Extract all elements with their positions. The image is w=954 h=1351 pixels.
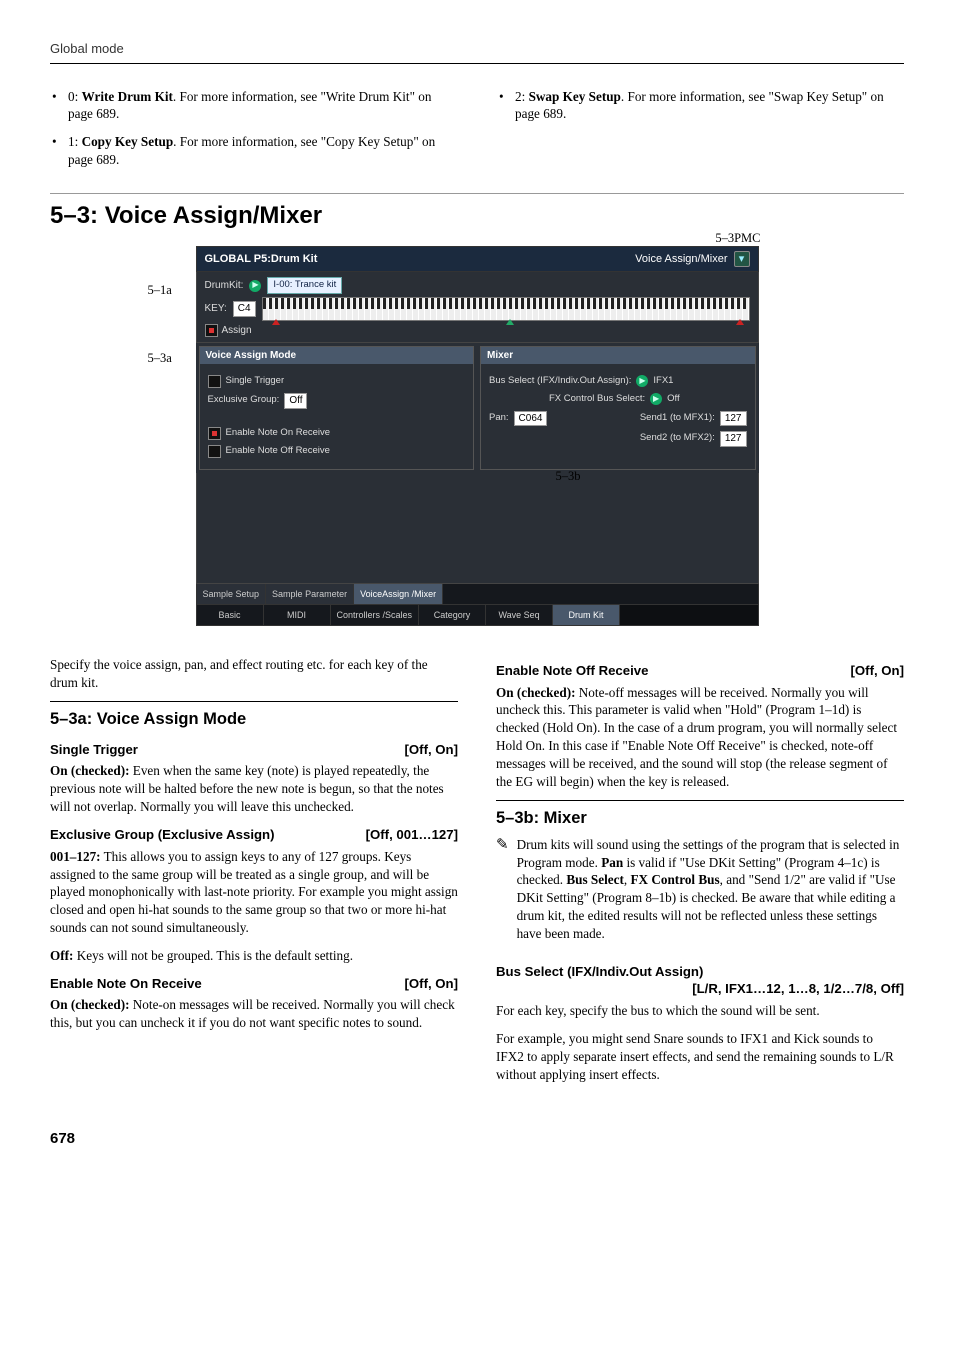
header-title: Global mode	[50, 41, 124, 56]
exclusive-group-value[interactable]: Off	[284, 393, 307, 409]
callout-label: 5–3b	[556, 468, 581, 485]
send1-value[interactable]: 127	[720, 411, 747, 427]
tab-controllers-scales[interactable]: Controllers /Scales	[331, 605, 420, 625]
key-value[interactable]: C4	[233, 301, 256, 317]
param-range: [Off, On]	[405, 741, 458, 759]
popup-icon[interactable]: ▶	[636, 375, 648, 387]
heading-5-3a: 5–3a: Voice Assign Mode	[50, 701, 458, 730]
tab-category[interactable]: Category	[419, 605, 486, 625]
drumkit-value[interactable]: I-00: Trance kit	[267, 277, 342, 294]
param-name: Exclusive Group (Exclusive Assign)	[50, 826, 275, 844]
send2-value[interactable]: 127	[720, 431, 747, 447]
tab-voice-assign-mixer[interactable]: VoiceAssign /Mixer	[354, 584, 443, 604]
param-range: [Off, 001…127]	[366, 826, 458, 844]
intro-paragraph: Specify the voice assign, pan, and effec…	[50, 656, 458, 692]
window-subtitle: Voice Assign/Mixer	[635, 252, 727, 267]
section-title: 5–3: Voice Assign/Mixer	[50, 200, 904, 232]
popup-icon[interactable]: ▶	[650, 393, 662, 405]
bullet-item: 1: Copy Key Setup. For more information,…	[50, 133, 457, 169]
tab-sample-setup[interactable]: Sample Setup	[197, 584, 267, 604]
note-on-label: Enable Note On Receive	[226, 427, 331, 440]
fx-ctrl-value[interactable]: Off	[667, 393, 680, 406]
assign-checkbox[interactable]	[205, 324, 218, 337]
single-trigger-checkbox[interactable]	[208, 375, 221, 388]
mixer-header: Mixer	[481, 347, 755, 365]
tab-sample-parameter[interactable]: Sample Parameter	[266, 584, 354, 604]
bus-select-label: Bus Select (IFX/Indiv.Out Assign):	[489, 375, 631, 388]
fx-ctrl-label: FX Control Bus Select:	[549, 393, 645, 406]
param-body: For example, you might send Snare sounds…	[496, 1030, 904, 1083]
param-body: For each key, specify the bus to which t…	[496, 1002, 904, 1020]
param-body: On (checked): Note-off messages will be …	[496, 684, 904, 791]
bus-select-value[interactable]: IFX1	[653, 375, 673, 388]
page-number: 678	[50, 1129, 904, 1149]
param-body: 001–127: This allows you to assign keys …	[50, 848, 458, 937]
app-screenshot: 5–3PMC 5–1a 5–3a GLOBAL P5:Drum Kit Voic…	[196, 246, 759, 626]
callout-label: 5–1a	[148, 282, 172, 299]
param-range: [Off, On]	[405, 975, 458, 993]
page-header: Global mode	[50, 40, 904, 64]
callout-label: 5–3PMC	[715, 230, 760, 247]
tab-wave-seq[interactable]: Wave Seq	[486, 605, 553, 625]
intro-bullets: 0: Write Drum Kit. For more information,…	[50, 88, 904, 179]
tab-drum-kit[interactable]: Drum Kit	[553, 605, 620, 625]
param-body: On (checked): Even when the same key (no…	[50, 762, 458, 815]
param-name: Enable Note On Receive	[50, 975, 202, 993]
param-range: [Off, On]	[851, 662, 904, 680]
pan-label: Pan:	[489, 412, 509, 425]
param-range: [L/R, IFX1…12, 1…8, 1/2…7/8, Off]	[496, 980, 904, 998]
assign-label: Assign	[222, 324, 252, 338]
piano-keyboard[interactable]	[262, 297, 750, 321]
send1-label: Send1 (to MFX1):	[640, 412, 715, 425]
voice-assign-header: Voice Assign Mode	[200, 347, 474, 365]
window-title: GLOBAL P5:Drum Kit	[205, 252, 318, 267]
tab-midi[interactable]: MIDI	[264, 605, 331, 625]
rule	[50, 193, 904, 194]
note-on-checkbox[interactable]	[208, 427, 221, 440]
param-body: Off: Keys will not be grouped. This is t…	[50, 947, 458, 965]
pan-value[interactable]: C064	[514, 411, 548, 427]
param-name: Enable Note Off Receive	[496, 662, 648, 680]
menu-dropdown-icon[interactable]: ▾	[734, 251, 750, 267]
key-label: KEY:	[205, 302, 227, 316]
param-body: On (checked): Note-on messages will be r…	[50, 996, 458, 1032]
tab-basic[interactable]: Basic	[197, 605, 264, 625]
exclusive-group-label: Exclusive Group:	[208, 394, 280, 407]
note-off-checkbox[interactable]	[208, 445, 221, 458]
single-trigger-label: Single Trigger	[226, 375, 285, 388]
param-name: Single Trigger	[50, 741, 138, 759]
play-icon[interactable]: ▶	[249, 280, 261, 292]
bullet-item: 2: Swap Key Setup. For more information,…	[497, 88, 904, 124]
note-icon: ✎	[496, 838, 509, 853]
heading-5-3b: 5–3b: Mixer	[496, 800, 904, 829]
param-name: Bus Select (IFX/Indiv.Out Assign)	[496, 963, 904, 981]
callout-label: 5–3a	[148, 350, 172, 367]
send2-label: Send2 (to MFX2):	[640, 432, 715, 445]
mixer-note: Drum kits will sound using the settings …	[517, 836, 904, 943]
bullet-item: 0: Write Drum Kit. For more information,…	[50, 88, 457, 124]
note-off-label: Enable Note Off Receive	[226, 445, 330, 458]
drumkit-label: DrumKit:	[205, 279, 244, 293]
